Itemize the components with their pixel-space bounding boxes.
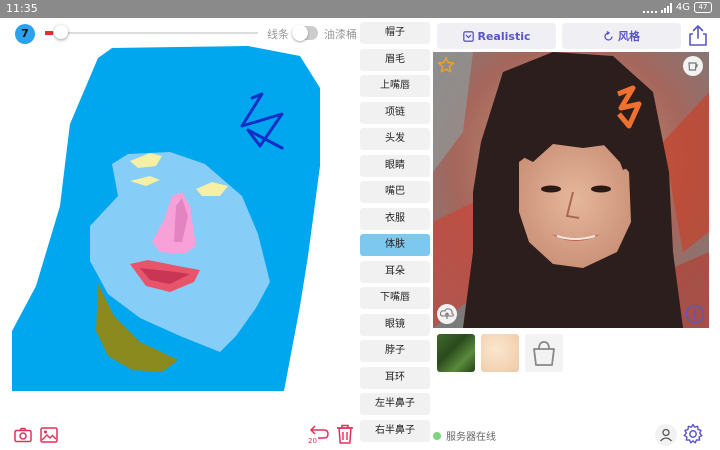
network-type: 4G [675, 2, 690, 13]
server-status-text: 服务器在线 [446, 432, 496, 443]
category-item[interactable]: 耳朵 [360, 260, 430, 283]
signal-dots-icon [642, 2, 657, 13]
category-item[interactable]: 脖子 [360, 340, 430, 362]
bag-button[interactable] [525, 334, 563, 372]
realistic-label: Realistic [477, 29, 531, 43]
user-icon [660, 428, 672, 442]
status-bar: 11:35 4G 47 [0, 0, 720, 18]
trash-icon[interactable] [336, 424, 354, 444]
category-item-active[interactable]: 体肤 [360, 234, 430, 256]
realistic-button[interactable]: Realistic [437, 23, 556, 49]
bag-icon [533, 341, 555, 366]
category-item[interactable]: 衣服 [360, 207, 430, 230]
battery-icon: 47 [694, 2, 712, 13]
status-time: 11:35 [6, 2, 38, 15]
category-item[interactable]: 头发 [360, 128, 430, 150]
undo-button[interactable]: 20 [308, 424, 330, 445]
cup-icon[interactable] [683, 56, 703, 76]
thumbnail-skin[interactable] [481, 334, 519, 372]
upload-icon[interactable] [437, 304, 457, 324]
generated-photo [433, 52, 709, 328]
gear-icon[interactable] [682, 423, 704, 445]
server-status: 服务器在线 [433, 428, 496, 443]
category-list: 帽子 眉毛 上嘴唇 项链 头发 眼睛 嘴巴 衣服 体肤 耳朵 下嘴唇 眼镜 脖子… [360, 22, 430, 446]
server-online-dot [433, 431, 441, 440]
line-bucket-toggle[interactable] [292, 25, 318, 41]
brush-size-badge[interactable]: 7 [15, 24, 35, 44]
category-item[interactable]: 耳环 [360, 366, 430, 389]
brush-size-slider[interactable] [45, 25, 258, 39]
slider-fill [45, 31, 53, 35]
style-thumbnails [437, 334, 563, 372]
refresh-icon [604, 30, 613, 41]
signal-bars-icon [660, 2, 672, 13]
category-item[interactable]: 右半鼻子 [360, 419, 430, 442]
info-icon[interactable] [685, 304, 705, 324]
style-label: 风格 [618, 30, 640, 43]
share-icon[interactable] [687, 23, 709, 47]
category-item[interactable]: 嘴巴 [360, 181, 430, 203]
category-item[interactable]: 上嘴唇 [360, 75, 430, 97]
category-item[interactable]: 项链 [360, 101, 430, 124]
thumbnail-foliage[interactable] [437, 334, 475, 372]
style-button[interactable]: 风格 [562, 23, 681, 49]
category-item[interactable]: 下嘴唇 [360, 287, 430, 309]
category-item[interactable]: 眼睛 [360, 154, 430, 177]
star-icon[interactable] [437, 56, 455, 74]
drawing-canvas[interactable] [0, 46, 355, 396]
line-mode-label: 线条 [267, 28, 289, 41]
undo-count: 20 [308, 437, 317, 445]
category-item[interactable]: 眉毛 [360, 48, 430, 71]
user-button[interactable] [655, 424, 677, 446]
slider-thumb[interactable] [54, 25, 68, 39]
category-item[interactable]: 眼镜 [360, 313, 430, 336]
category-item[interactable]: 左半鼻子 [360, 393, 430, 415]
image-icon[interactable] [40, 427, 58, 443]
realistic-icon [462, 30, 474, 42]
bucket-mode-label: 油漆桶 [324, 28, 357, 41]
camera-icon[interactable] [14, 427, 32, 443]
category-item[interactable]: 帽子 [360, 22, 430, 44]
